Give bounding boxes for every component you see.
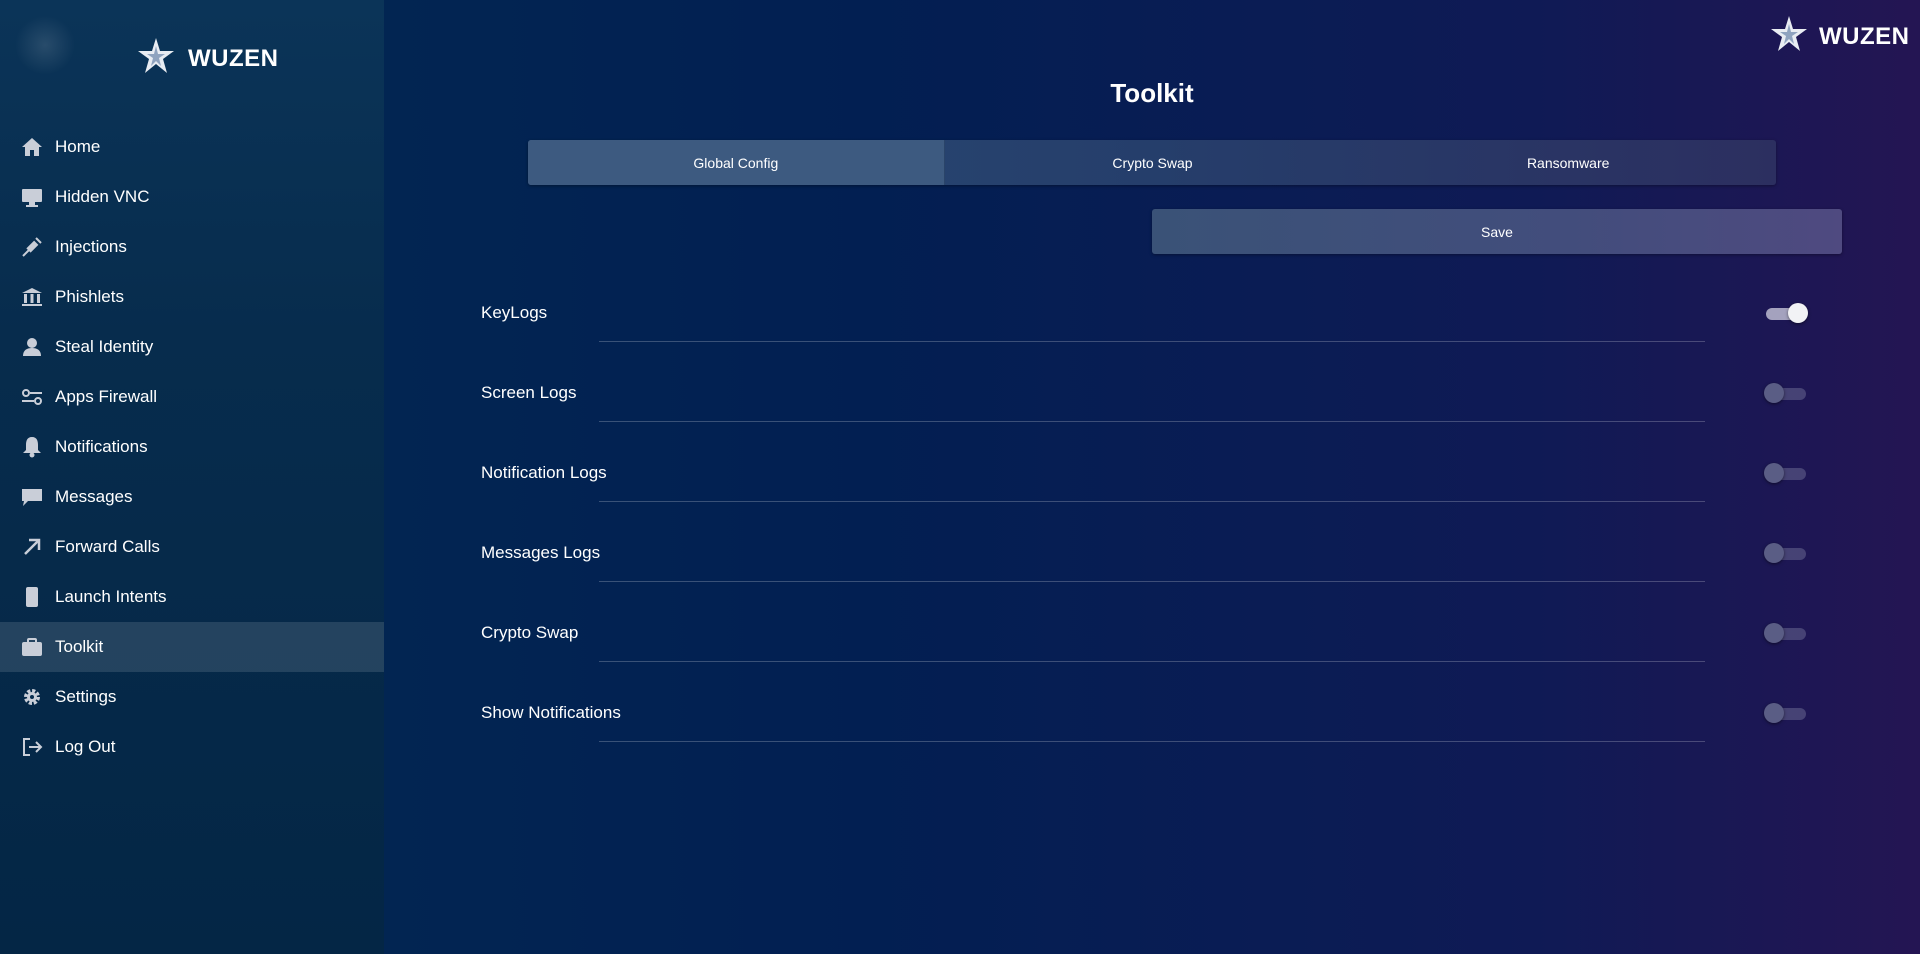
bell-icon — [20, 435, 44, 459]
setting-label: Crypto Swap — [481, 623, 579, 642]
divider — [599, 581, 1705, 582]
sidebar-item-steal-identity[interactable]: Steal Identity — [0, 322, 384, 372]
toggle-knob — [1764, 383, 1784, 403]
monitor-icon — [20, 185, 44, 209]
sidebar-item-label: Apps Firewall — [55, 387, 158, 406]
syringe-icon — [20, 235, 44, 259]
toggle-knob — [1764, 623, 1784, 643]
sidebar-item-phishlets[interactable]: Phishlets — [0, 272, 384, 322]
sidebar-item-log-out[interactable]: Log Out — [0, 722, 384, 772]
crypto-swap-toggle[interactable] — [1764, 623, 1806, 643]
setting-label: Notification Logs — [481, 463, 607, 482]
user-icon — [20, 335, 44, 359]
setting-label: Messages Logs — [481, 543, 601, 562]
sidebar-item-notifications[interactable]: Notifications — [0, 422, 384, 472]
bank-icon — [20, 285, 44, 309]
notification-logs-toggle[interactable] — [1764, 463, 1806, 483]
setting-row-notification-logs: Notification Logs — [481, 443, 1851, 523]
gear-icon — [20, 685, 44, 709]
setting-row-messages-logs: Messages Logs — [481, 523, 1851, 603]
save-button[interactable]: Save — [1152, 209, 1842, 254]
sidebar-item-label: Injections — [55, 237, 127, 256]
home-icon — [20, 135, 44, 159]
setting-row-keylogs: KeyLogs — [481, 283, 1851, 363]
sidebar-item-hidden-vnc[interactable]: Hidden VNC — [0, 172, 384, 222]
toolkit-tabs: Global Config Crypto Swap Ransomware — [528, 140, 1776, 185]
keylogs-toggle[interactable] — [1766, 303, 1808, 323]
sidebar-item-toolkit[interactable]: Toolkit — [0, 622, 384, 672]
sidebar-item-home[interactable]: Home — [0, 122, 384, 172]
header-logo[interactable]: WUZEN — [1767, 14, 1909, 59]
sidebar-item-apps-firewall[interactable]: Apps Firewall — [0, 372, 384, 422]
sidebar-item-messages[interactable]: Messages — [0, 472, 384, 522]
setting-row-crypto-swap: Crypto Swap — [481, 603, 1851, 683]
tab-crypto-swap[interactable]: Crypto Swap — [945, 140, 1361, 185]
sidebar-item-label: Messages — [55, 487, 133, 506]
sidebar-item-injections[interactable]: Injections — [0, 222, 384, 272]
setting-row-screen-logs: Screen Logs — [481, 363, 1851, 443]
divider — [599, 661, 1705, 662]
sidebar-item-label: Hidden VNC — [55, 187, 150, 206]
messages-logs-toggle[interactable] — [1764, 543, 1806, 563]
message-icon — [20, 485, 44, 509]
sidebar-item-label: Launch Intents — [55, 587, 167, 606]
sidebar-logo[interactable]: WUZEN — [134, 36, 278, 81]
toggle-knob — [1788, 303, 1808, 323]
star-logo-icon — [1767, 14, 1811, 59]
brand-name: WUZEN — [1819, 22, 1910, 50]
toggle-knob — [1764, 543, 1784, 563]
toggle-knob — [1764, 463, 1784, 483]
sidebar-item-launch-intents[interactable]: Launch Intents — [0, 572, 384, 622]
sidebar-item-label: Forward Calls — [55, 537, 160, 556]
arrow-up-right-icon — [20, 535, 44, 559]
sidebar-item-label: Home — [55, 137, 101, 156]
sidebar-item-label: Notifications — [55, 437, 148, 456]
setting-label: KeyLogs — [481, 303, 548, 322]
sidebar-item-label: Log Out — [55, 737, 116, 756]
sidebar-item-label: Phishlets — [55, 287, 124, 306]
setting-row-show-notifications: Show Notifications — [481, 683, 1851, 763]
sidebar-nav: Home Hidden VNC Injections Phishlets Ste… — [0, 122, 384, 772]
divider — [599, 421, 1705, 422]
setting-label: Show Notifications — [481, 703, 621, 722]
setting-label: Screen Logs — [481, 383, 577, 402]
sidebar-item-label: Settings — [55, 687, 117, 706]
tab-global-config[interactable]: Global Config — [528, 140, 945, 185]
sidebar-glow — [15, 15, 75, 75]
divider — [599, 741, 1705, 742]
show-notifications-toggle[interactable] — [1764, 703, 1806, 723]
sidebar-item-forward-calls[interactable]: Forward Calls — [0, 522, 384, 572]
sidebar-item-label: Steal Identity — [55, 337, 154, 356]
sidebar: WUZEN Home Hidden VNC Injections Phishle… — [0, 0, 384, 954]
sliders-icon — [20, 385, 44, 409]
screen-logs-toggle[interactable] — [1764, 383, 1806, 403]
tab-ransomware[interactable]: Ransomware — [1360, 140, 1776, 185]
toggle-knob — [1764, 703, 1784, 723]
divider — [599, 341, 1705, 342]
star-logo-icon — [134, 36, 178, 81]
brand-name: WUZEN — [188, 44, 279, 72]
divider — [599, 501, 1705, 502]
sidebar-item-settings[interactable]: Settings — [0, 672, 384, 722]
page-title: Toolkit — [1110, 78, 1194, 108]
phone-icon — [20, 585, 44, 609]
sidebar-item-label: Toolkit — [55, 637, 104, 656]
briefcase-icon — [20, 635, 44, 659]
logout-icon — [20, 735, 44, 759]
